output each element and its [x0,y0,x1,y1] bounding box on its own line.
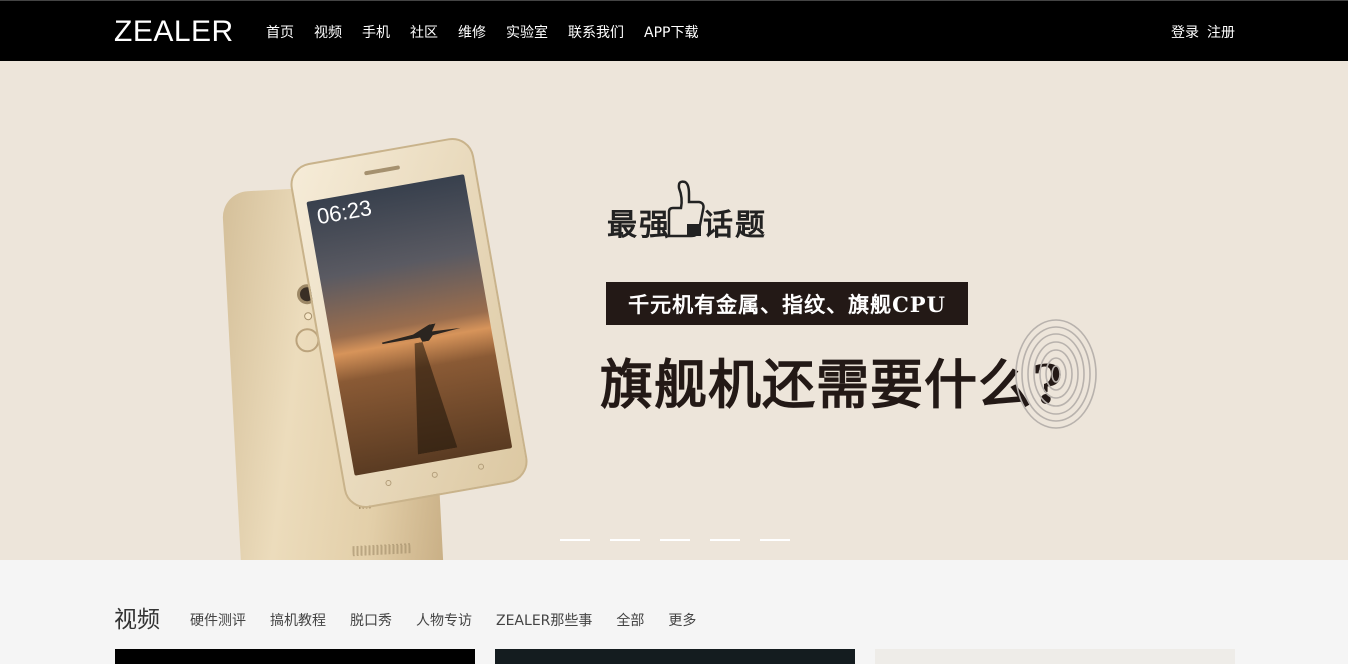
login-link[interactable]: 登录 [1171,22,1199,42]
feature-tag: 千元机有金属、指纹、旗舰CPU [606,282,968,325]
phone-screen: 06:23 [306,174,513,476]
carousel-dot[interactable] [560,539,590,541]
nav-item-repair[interactable]: 维修 [458,22,486,42]
carousel-indicators [560,539,810,541]
video-card[interactable] [115,649,475,664]
tab-interviews[interactable]: 人物专访 [416,610,472,630]
nav-item-contact[interactable]: 联系我们 [568,22,624,42]
top-navigation-bar: ZEALER 首页 视频 手机 社区 维修 实验室 联系我们 APP下载 登录 … [0,0,1348,61]
tab-zealer-stories[interactable]: ZEALER那些事 [496,610,592,630]
zealer-logo[interactable]: ZEALER [114,15,234,49]
video-card[interactable] [875,649,1235,664]
nav-item-home[interactable]: 首页 [266,22,294,42]
topic-label-part1: 最强 [607,208,671,243]
video-category-tabs: 硬件测评 搞机教程 脱口秀 人物专访 ZEALER那些事 全部 更多 [190,610,720,630]
nav-item-phone[interactable]: 手机 [362,22,390,42]
airplane-shadow [399,339,457,454]
topic-label-part2: 话题 [703,208,767,243]
hero-banner[interactable]: MI 06:23 最强 话题 千元机有金属、指纹、旗舰CPU 旗舰机还需要什么? [0,61,1348,560]
tab-tutorials[interactable]: 搞机教程 [270,610,326,630]
tab-more[interactable]: 更多 [668,610,696,630]
video-card[interactable] [495,649,855,664]
nav-item-community[interactable]: 社区 [410,22,438,42]
carousel-dot[interactable] [660,539,690,541]
auth-links: 登录 注册 [1163,1,1235,62]
phone-earpiece [364,165,401,176]
banner-headline: 旗舰机还需要什么? [600,354,1065,416]
main-nav: 首页 视频 手机 社区 维修 实验室 联系我们 APP下载 [266,1,718,62]
phone-clock: 06:23 [314,194,374,230]
nav-item-video[interactable]: 视频 [314,22,342,42]
carousel-dot[interactable] [710,539,740,541]
nav-item-app-download[interactable]: APP下载 [644,22,698,42]
section-title: 视频 [114,607,160,633]
speaker-grille [352,543,411,557]
carousel-dot[interactable] [760,539,790,541]
tab-talk-show[interactable]: 脱口秀 [350,610,392,630]
camera-flash [303,311,313,321]
thumbs-up-icon [667,180,705,238]
nav-item-lab[interactable]: 实验室 [506,22,548,42]
fingerprint-icon [1015,319,1097,429]
carousel-dot[interactable] [610,539,640,541]
tab-all[interactable]: 全部 [616,610,644,630]
tab-hardware-review[interactable]: 硬件测评 [190,610,246,630]
register-link[interactable]: 注册 [1207,22,1235,42]
